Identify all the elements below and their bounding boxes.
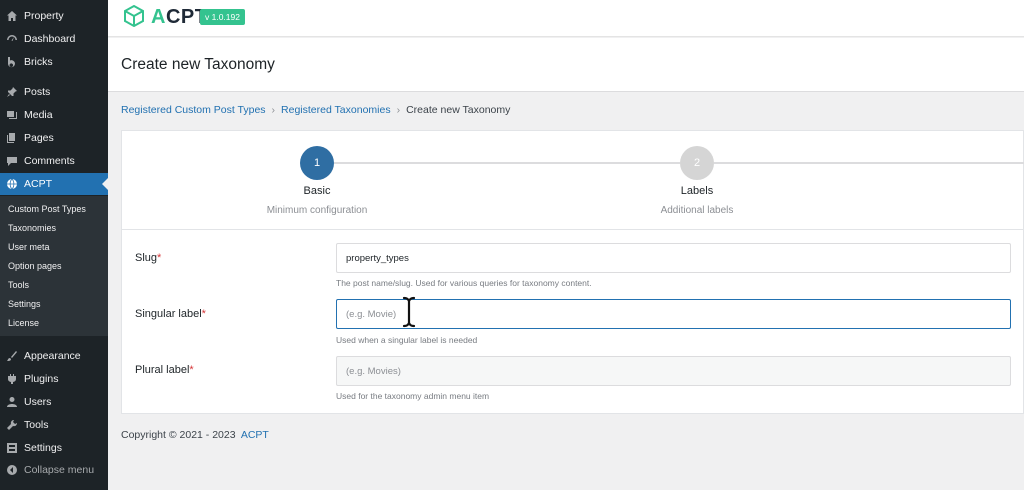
plug-icon bbox=[5, 372, 19, 386]
sidebar-item-label: Settings bbox=[24, 442, 62, 454]
sidebar-item-tools[interactable]: Tools bbox=[0, 414, 108, 436]
dashboard-gauge-icon bbox=[5, 32, 19, 46]
sidebar-item-appearance[interactable]: Appearance bbox=[0, 345, 108, 367]
submenu-option-pages[interactable]: Option pages bbox=[8, 261, 62, 271]
slug-label: Slug* bbox=[135, 252, 161, 264]
sidebar-item-label: Bricks bbox=[24, 56, 53, 68]
sidebar-item-settings[interactable]: Settings bbox=[0, 437, 108, 459]
step-connector-line bbox=[334, 162, 680, 164]
sidebar-item-acpt[interactable]: ACPT bbox=[0, 173, 108, 195]
user-icon bbox=[5, 395, 19, 409]
sidebar-item-property[interactable]: Property bbox=[0, 5, 108, 27]
sidebar-item-label: Dashboard bbox=[24, 33, 76, 45]
slug-input[interactable] bbox=[336, 243, 1011, 273]
slug-help-text: The post name/slug. Used for various que… bbox=[336, 278, 592, 288]
bricks-b-icon bbox=[5, 55, 19, 69]
step-1-circle[interactable]: 1 bbox=[300, 146, 334, 180]
breadcrumb-current: Create new Taxonomy bbox=[406, 104, 511, 116]
version-badge: v 1.0.192 bbox=[200, 9, 245, 25]
breadcrumb-link-taxonomies[interactable]: Registered Taxonomies bbox=[281, 104, 391, 116]
submenu-taxonomies[interactable]: Taxonomies bbox=[8, 223, 56, 233]
submenu-custom-post-types[interactable]: Custom Post Types bbox=[8, 204, 86, 214]
house-icon bbox=[5, 9, 19, 23]
acpt-logo-wordmark[interactable]: ACPT bbox=[151, 6, 207, 29]
sidebar-item-label: Comments bbox=[24, 155, 75, 167]
step-2-title: Labels bbox=[680, 185, 714, 197]
paintbrush-icon bbox=[5, 349, 19, 363]
plural-label-input[interactable] bbox=[336, 356, 1011, 386]
sidebar-item-pages[interactable]: Pages bbox=[0, 127, 108, 149]
required-marker: * bbox=[157, 252, 162, 264]
page-header: Create new Taxonomy bbox=[108, 38, 1024, 92]
plural-help-text: Used for the taxonomy admin menu item bbox=[336, 391, 490, 401]
step-1-title: Basic bbox=[303, 185, 331, 197]
pages-icon bbox=[5, 131, 19, 145]
plural-label: Plural label* bbox=[135, 364, 194, 376]
singular-label-input[interactable] bbox=[336, 299, 1011, 329]
acpt-submenu: Custom Post Types Taxonomies User meta O… bbox=[0, 196, 108, 336]
required-marker: * bbox=[201, 308, 206, 320]
acpt-cube-logo-icon bbox=[124, 5, 144, 27]
breadcrumb-separator: › bbox=[396, 104, 401, 116]
step-1-subtitle: Minimum configuration bbox=[266, 205, 368, 216]
plural-label-text: Plural label bbox=[135, 364, 190, 376]
required-marker: * bbox=[189, 364, 194, 376]
breadcrumb-link-cpts[interactable]: Registered Custom Post Types bbox=[121, 104, 266, 116]
sidebar-item-bricks[interactable]: Bricks bbox=[0, 51, 108, 73]
sidebar-item-users[interactable]: Users bbox=[0, 391, 108, 413]
copyright-text: Copyright © 2021 - 2023 bbox=[121, 429, 236, 441]
sidebar-item-plugins[interactable]: Plugins bbox=[0, 368, 108, 390]
sidebar-item-media[interactable]: Media bbox=[0, 104, 108, 126]
singular-label: Singular label* bbox=[135, 308, 206, 320]
collapse-menu-label: Collapse menu bbox=[24, 464, 95, 476]
sidebar-item-posts[interactable]: Posts bbox=[0, 81, 108, 103]
page-title: Create new Taxonomy bbox=[121, 56, 275, 73]
singular-help-text: Used when a singular label is needed bbox=[336, 335, 478, 345]
slug-label-text: Slug bbox=[135, 252, 158, 264]
breadcrumb-separator: › bbox=[271, 104, 276, 116]
media-icon bbox=[5, 108, 19, 122]
sidebar-item-label: Posts bbox=[24, 86, 51, 98]
breadcrumb: Registered Custom Post Types › Registered … bbox=[121, 104, 510, 116]
sidebar-item-label: Appearance bbox=[24, 350, 81, 362]
sidebar-item-label: Property bbox=[24, 10, 64, 22]
step-2-subtitle: Additional labels bbox=[660, 205, 734, 216]
logo-first-letter: A bbox=[151, 6, 166, 28]
stepper: 1 2 Basic Minimum configuration Labels A… bbox=[122, 131, 1024, 230]
sidebar-item-label: ACPT bbox=[24, 178, 53, 190]
footer: Copyright © 2021 - 2023 ACPT bbox=[121, 429, 269, 441]
submenu-tools[interactable]: Tools bbox=[8, 280, 29, 290]
sidebar-item-label: Tools bbox=[24, 419, 49, 431]
admin-sidebar: Property Dashboard Bricks Posts Media Pa… bbox=[0, 0, 108, 490]
wrench-icon bbox=[5, 418, 19, 432]
step-2-circle[interactable]: 2 bbox=[680, 146, 714, 180]
taxonomy-form-card: 1 2 Basic Minimum configuration Labels A… bbox=[121, 130, 1024, 414]
submenu-settings[interactable]: Settings bbox=[8, 299, 41, 309]
submenu-user-meta[interactable]: User meta bbox=[8, 242, 50, 252]
step-connector-line bbox=[714, 162, 1024, 164]
acpt-topbar: ACPT v 1.0.192 bbox=[108, 0, 1024, 37]
collapse-arrow-icon bbox=[5, 463, 19, 477]
text-cursor-ibeam-icon bbox=[402, 296, 416, 328]
sidebar-item-label: Users bbox=[24, 396, 52, 408]
sidebar-item-label: Media bbox=[24, 109, 53, 121]
footer-acpt-link[interactable]: ACPT bbox=[241, 429, 269, 441]
sidebar-item-label: Plugins bbox=[24, 373, 59, 385]
pushpin-icon bbox=[5, 85, 19, 99]
sidebar-item-comments[interactable]: Comments bbox=[0, 150, 108, 172]
settings-icon bbox=[5, 441, 19, 455]
singular-label-text: Singular label bbox=[135, 308, 202, 320]
sidebar-item-label: Pages bbox=[24, 132, 54, 144]
collapse-menu-button[interactable]: Collapse menu bbox=[0, 459, 108, 481]
submenu-license[interactable]: License bbox=[8, 318, 39, 328]
sidebar-item-dashboard[interactable]: Dashboard bbox=[0, 28, 108, 50]
globe-icon bbox=[5, 177, 19, 191]
comment-bubble-icon bbox=[5, 154, 19, 168]
